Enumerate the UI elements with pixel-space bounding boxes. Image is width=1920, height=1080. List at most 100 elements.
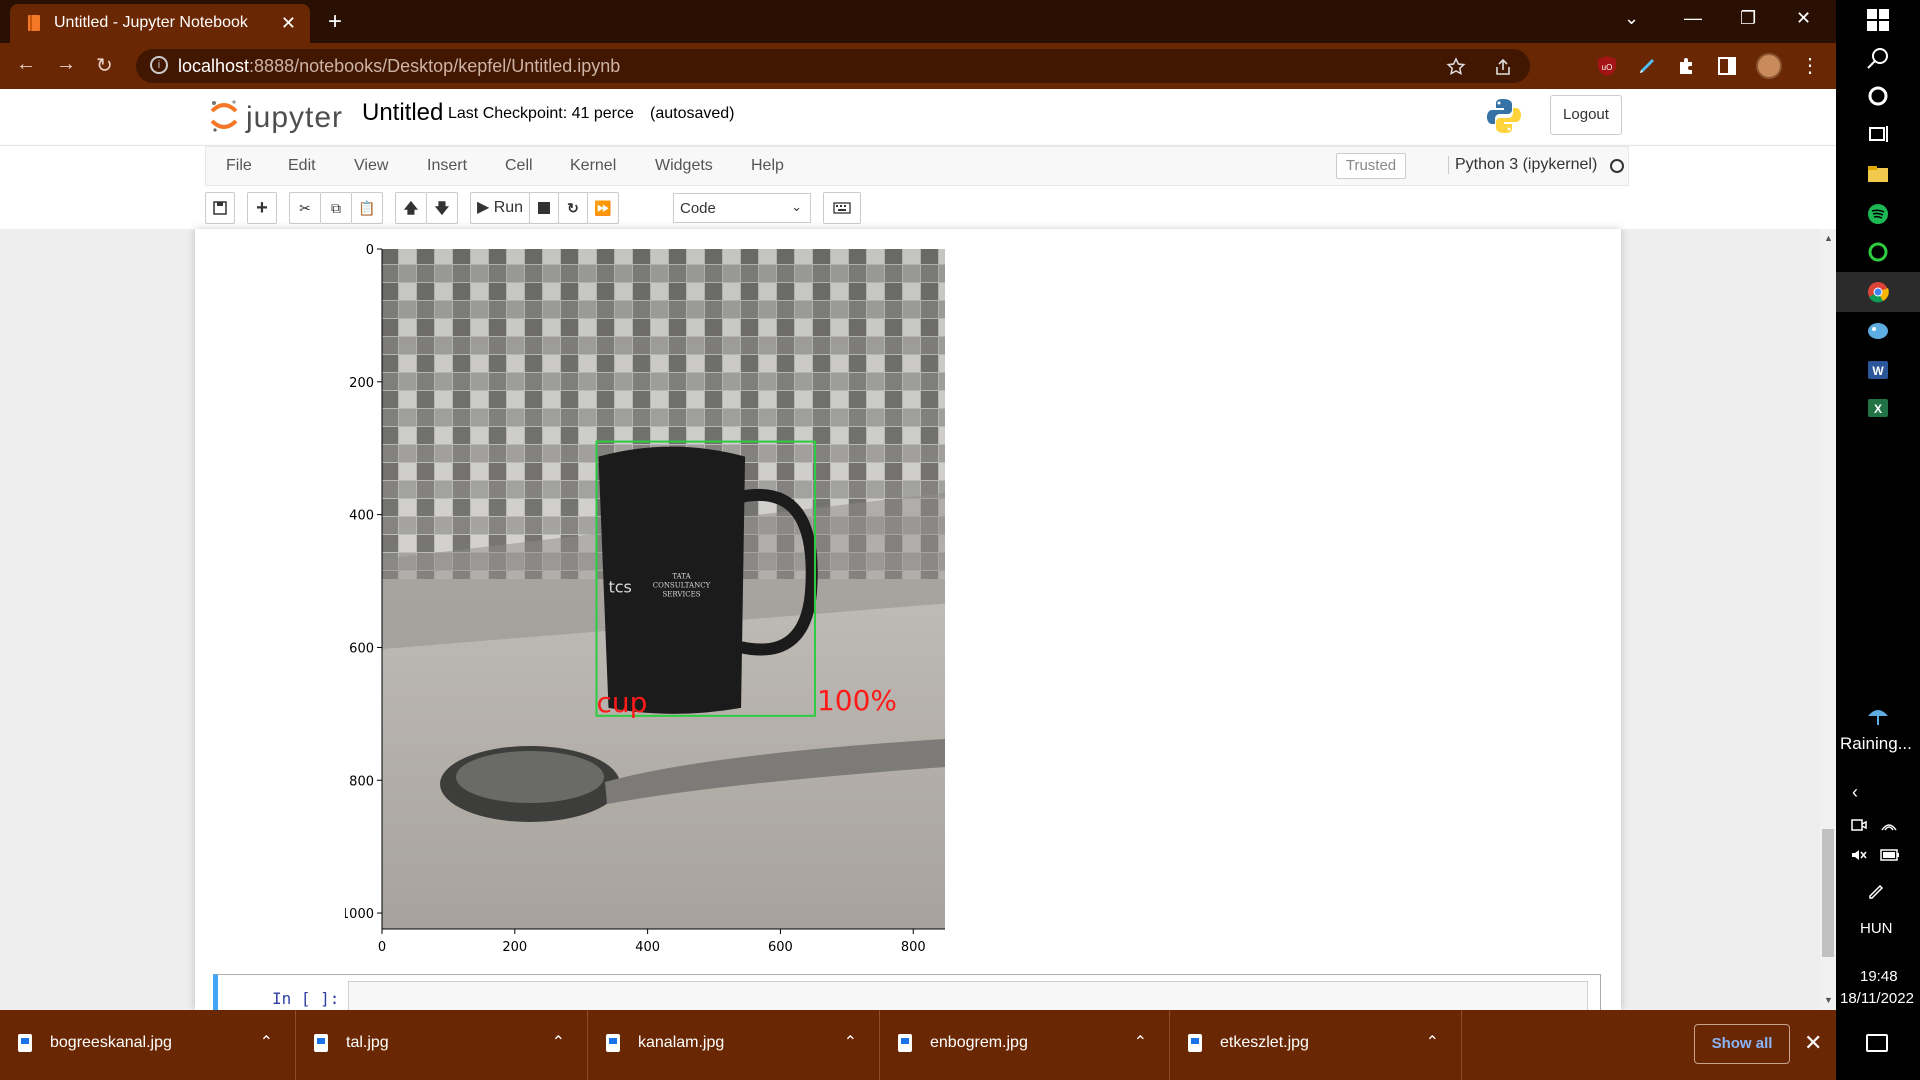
cut-button[interactable]: ✂ — [289, 192, 321, 224]
window-close-button[interactable]: ✕ — [1796, 8, 1811, 29]
menu-help[interactable]: Help — [751, 157, 784, 175]
image-file-icon — [314, 1034, 328, 1052]
scroll-down-icon[interactable]: ▼ — [1824, 995, 1833, 1005]
meet-now-icon[interactable] — [1850, 816, 1868, 834]
detection-label: cup — [596, 686, 647, 719]
notification-center-icon[interactable] — [1866, 1034, 1888, 1052]
chevron-up-icon[interactable]: ⌃ — [552, 1032, 565, 1052]
scroll-up-icon[interactable]: ▲ — [1824, 233, 1833, 243]
input-language[interactable]: HUN — [1860, 920, 1893, 937]
word-icon[interactable]: W — [1866, 358, 1890, 382]
bookmark-star-icon[interactable] — [1446, 57, 1466, 77]
download-item[interactable]: enbogrem.jpg ⌃ — [880, 1010, 1170, 1080]
run-label: Run — [493, 199, 524, 216]
download-item[interactable]: etkeszlet.jpg ⌃ — [1170, 1010, 1462, 1080]
menu-view[interactable]: View — [354, 157, 388, 175]
clock-time[interactable]: 19:48 — [1860, 968, 1898, 985]
battery-icon[interactable] — [1880, 848, 1900, 862]
arrow-down-icon: 🡇 — [434, 200, 450, 216]
move-down-button[interactable]: 🡇 — [426, 192, 458, 224]
clock-date[interactable]: 18/11/2022 — [1840, 990, 1914, 1007]
forward-button[interactable]: → — [56, 53, 76, 76]
new-tab-button[interactable]: + — [328, 8, 342, 36]
pen-icon[interactable] — [1866, 880, 1886, 900]
cell-type-select[interactable]: Code ⌄ — [673, 193, 811, 223]
app-ring-icon[interactable] — [1866, 240, 1890, 264]
insert-cell-button[interactable]: + — [247, 192, 277, 224]
ublock-origin-icon[interactable]: uO — [1596, 55, 1618, 77]
profile-avatar[interactable] — [1756, 53, 1782, 79]
chevron-up-icon[interactable]: ⌃ — [1426, 1032, 1439, 1052]
copy-button[interactable]: ⧉ — [320, 192, 352, 224]
scrollbar-thumb[interactable] — [1822, 829, 1834, 957]
windows-taskbar: W X Raining... ‹ HUN 19:48 18/11/2022 — [1836, 0, 1920, 1080]
menu-file[interactable]: File — [226, 157, 252, 175]
chevron-up-icon[interactable]: ⌃ — [844, 1032, 857, 1052]
image-file-icon — [898, 1034, 912, 1052]
x-tick-label: 0 — [378, 940, 386, 955]
stop-icon — [538, 202, 550, 214]
chrome-icon[interactable] — [1866, 280, 1890, 304]
file-explorer-icon[interactable] — [1866, 162, 1890, 186]
tab-close-icon[interactable]: ✕ — [281, 13, 296, 34]
chevron-up-icon[interactable]: ⌃ — [1134, 1032, 1147, 1052]
trusted-indicator[interactable]: Trusted — [1336, 153, 1406, 179]
chevron-left-icon[interactable]: ‹ — [1852, 782, 1858, 803]
save-button[interactable] — [205, 192, 235, 224]
menu-insert[interactable]: Insert — [427, 157, 467, 175]
run-button[interactable]: ▶ Run — [470, 192, 530, 224]
show-all-downloads-button[interactable]: Show all — [1694, 1024, 1790, 1064]
browser-menu-icon[interactable]: ⋮ — [1800, 53, 1820, 78]
windows-start-icon[interactable] — [1866, 8, 1890, 32]
volume-muted-icon[interactable] — [1850, 846, 1868, 864]
jupyter-logo[interactable]: jupyter — [210, 95, 360, 139]
site-info-icon[interactable]: i — [150, 56, 168, 74]
download-item[interactable]: bogreeskanal.jpg ⌃ — [0, 1010, 296, 1080]
logout-button[interactable]: Logout — [1550, 95, 1622, 135]
menu-edit[interactable]: Edit — [288, 157, 316, 175]
download-item[interactable]: tal.jpg ⌃ — [296, 1010, 588, 1080]
browser-tab[interactable]: Untitled - Jupyter Notebook ✕ — [10, 4, 310, 43]
page-scrollbar[interactable]: ▲ ▼ — [1820, 229, 1836, 1010]
jupyter-logo-icon — [210, 100, 238, 132]
interrupt-button[interactable] — [529, 192, 559, 224]
weather-label[interactable]: Raining... — [1840, 734, 1912, 754]
excel-icon[interactable]: X — [1866, 396, 1890, 420]
extensions-puzzle-icon[interactable] — [1676, 55, 1698, 77]
back-button[interactable]: ← — [16, 53, 36, 76]
menu-cell[interactable]: Cell — [505, 157, 533, 175]
weather-umbrella-icon[interactable] — [1866, 704, 1890, 728]
side-panel-icon[interactable] — [1716, 55, 1738, 77]
minimize-button[interactable]: — — [1684, 8, 1702, 29]
paint-app-icon[interactable] — [1866, 318, 1890, 342]
cortana-icon[interactable] — [1866, 84, 1890, 108]
spotify-icon[interactable] — [1866, 202, 1890, 226]
kernel-name[interactable]: Python 3 (ipykernel) — [1448, 156, 1597, 174]
command-palette-button[interactable] — [823, 192, 861, 224]
address-bar[interactable]: i localhost:8888/notebooks/Desktop/kepfe… — [136, 49, 1530, 83]
tab-search-icon[interactable]: ⌄ — [1624, 8, 1639, 29]
x-tick-label: 800 — [901, 940, 926, 955]
move-up-button[interactable]: 🡅 — [395, 192, 427, 224]
restart-button[interactable]: ↻ — [558, 192, 588, 224]
menu-kernel[interactable]: Kernel — [570, 157, 616, 175]
download-filename: enbogrem.jpg — [930, 1034, 1028, 1051]
close-downloads-bar-icon[interactable]: ✕ — [1804, 1030, 1822, 1056]
restart-run-all-button[interactable]: ⏩ — [587, 192, 619, 224]
y-tick-label: 1000 — [345, 907, 374, 922]
task-view-icon[interactable] — [1866, 122, 1890, 146]
reload-button[interactable]: ↻ — [96, 53, 113, 78]
restore-button[interactable]: ❐ — [1740, 8, 1756, 29]
y-tick-label: 800 — [349, 774, 374, 789]
y-tick-label: 400 — [349, 509, 374, 524]
share-icon[interactable] — [1494, 58, 1512, 76]
notebook-title[interactable]: Untitled — [362, 99, 443, 127]
download-filename: bogreeskanal.jpg — [50, 1034, 172, 1051]
paste-button[interactable]: 📋 — [351, 192, 383, 224]
search-icon[interactable] — [1866, 46, 1890, 70]
menu-widgets[interactable]: Widgets — [655, 157, 713, 175]
download-item[interactable]: kanalam.jpg ⌃ — [588, 1010, 880, 1080]
wifi-icon[interactable] — [1880, 816, 1898, 834]
chevron-up-icon[interactable]: ⌃ — [260, 1032, 273, 1052]
highlighter-extension-icon[interactable] — [1636, 55, 1658, 77]
